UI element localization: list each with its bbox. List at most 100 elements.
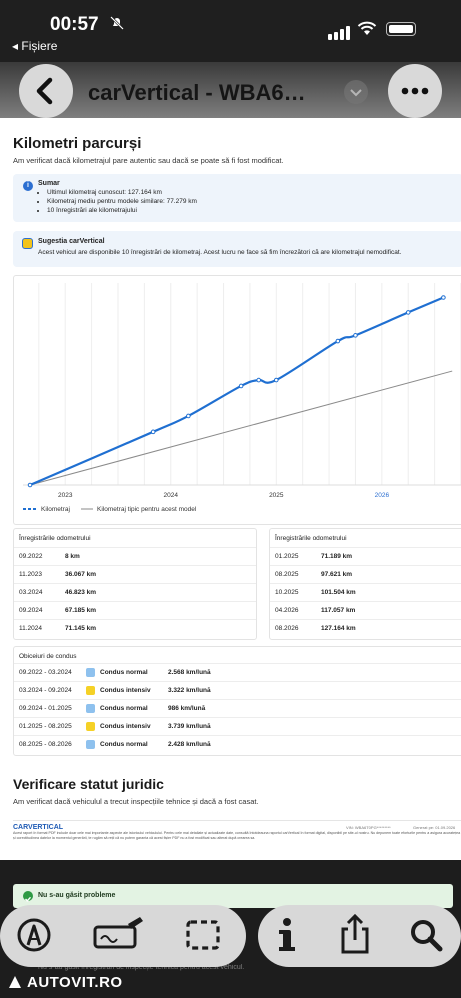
habit-color-indicator: [86, 704, 95, 713]
driving-habit-row: 03.2024 - 09.2024 Condus intensiv 3.322 km…: [14, 681, 461, 700]
section-subtitle-mileage: Am verificat dacă kilometrajul pare aute…: [13, 156, 284, 165]
mileage-chart: 2023 2024 2025 2026 Kilometraj Kilometraj tip…: [23, 283, 461, 513]
footer-generated: Generat pe: 01.09.2026: [413, 825, 456, 830]
record-date: 09.2024: [19, 607, 43, 614]
habit-color-indicator: [86, 740, 95, 749]
back-to-files-link[interactable]: ◂ Fișiere: [12, 39, 57, 53]
record-km: 67.185 km: [65, 607, 97, 614]
mileage-point: [441, 295, 446, 300]
back-button[interactable]: [19, 64, 73, 118]
habit-rate: 3.322 km/lună: [168, 687, 211, 694]
battery-icon: [386, 22, 416, 36]
record-date: 11.2024: [19, 625, 43, 632]
odometer-records-left: Înregistrările odometrului 09.2022 8 km 11…: [13, 528, 257, 640]
habit-color-indicator: [86, 686, 95, 695]
driving-habit-row: 09.2024 - 01.2025 Condus normal 986 km/lun…: [14, 699, 461, 718]
habit-rate: 3.739 km/lună: [168, 723, 211, 730]
habit-style: Condus normal: [100, 741, 148, 748]
record-km: 127.164 km: [321, 625, 356, 632]
summary-list: Ultimul kilometraj cunoscut: 127.164 km …: [31, 188, 197, 215]
mileage-point: [150, 429, 156, 435]
driving-habits-card: Obiceiuri de condus 09.2022 - 03.2024 Con…: [13, 646, 461, 756]
record-km: 101.504 km: [321, 589, 356, 596]
record-date: 11.2023: [19, 571, 43, 578]
habit-style: Condus intensiv: [100, 687, 151, 694]
driving-habit-row: 09.2022 - 03.2024 Condus normal 2.568 km/l…: [14, 663, 461, 682]
record-km: 36.067 km: [65, 571, 97, 578]
no-problems-text: Nu s-au găsit probleme: [38, 892, 116, 899]
section-subtitle-legal: Am verificat dacă vehiculul a trecut ins…: [13, 797, 259, 806]
bell-muted-icon: [110, 16, 124, 30]
mileage-point: [405, 310, 411, 315]
chevron-down-icon[interactable]: [344, 80, 368, 104]
x-tick-label: 2024: [164, 492, 179, 499]
odometer-record-row: 09.2024 67.185 km: [14, 601, 256, 620]
habit-rate: 2.428 km/lună: [168, 741, 211, 748]
habit-period: 01.2025 - 08.2025: [19, 723, 72, 730]
info-button-icon[interactable]: [272, 915, 302, 955]
mileage-point: [274, 377, 279, 383]
records-title: Înregistrările odometrului: [275, 535, 347, 542]
markup-pen-icon[interactable]: [14, 915, 54, 955]
odometer-record-row: 10.2025 101.504 km: [270, 583, 461, 602]
mileage-point: [353, 333, 358, 338]
mileage-point: [238, 383, 244, 389]
share-icon[interactable]: [335, 912, 375, 956]
search-icon[interactable]: [406, 915, 446, 955]
section-title-legal: Verificare statut juridic: [13, 776, 164, 792]
driving-habit-row: 01.2025 - 08.2025 Condus intensiv 3.739 km…: [14, 717, 461, 736]
habit-period: 08.2025 - 08.2026: [19, 741, 72, 748]
record-date: 08.2026: [275, 625, 299, 632]
mileage-point: [186, 413, 191, 419]
x-tick-label: 2025: [269, 492, 284, 499]
habit-period: 09.2022 - 03.2024: [19, 669, 72, 676]
record-date: 09.2022: [19, 553, 43, 560]
habit-style: Condus normal: [100, 669, 148, 676]
autovit-logo: [8, 975, 22, 989]
more-button[interactable]: [388, 64, 442, 118]
odometer-record-row: 11.2023 36.067 km: [14, 565, 256, 584]
mileage-point: [256, 377, 262, 383]
odometer-record-row: 08.2025 97.621 km: [270, 565, 461, 584]
mileage-point: [335, 338, 341, 344]
crop-selection-icon[interactable]: [183, 915, 223, 955]
record-km: 46.823 km: [65, 589, 97, 596]
record-km: 71.145 km: [65, 625, 97, 632]
record-date: 04.2026: [275, 607, 299, 614]
summary-item: Kilometraj mediu pentru modele similare:…: [47, 197, 197, 206]
record-km: 8 km: [65, 553, 80, 560]
habit-rate: 2.568 km/lună: [168, 669, 211, 676]
summary-item: Ultimul kilometraj cunoscut: 127.164 km: [47, 188, 197, 197]
footer-divider: [13, 820, 461, 821]
check-icon: [23, 891, 33, 902]
wifi-icon: [357, 21, 377, 41]
document-title: carVertical - WBA6…: [88, 80, 306, 105]
mileage-point: [27, 482, 33, 488]
record-km: 71.189 km: [321, 553, 353, 560]
record-km: 117.057 km: [321, 607, 356, 614]
section-title-mileage: Kilometri parcurși: [13, 135, 142, 152]
summary-item: 10 înregistrări ale kilometrajului: [47, 206, 197, 215]
legend-label-mileage: Kilometraj: [41, 506, 70, 513]
habit-style: Condus normal: [100, 705, 148, 712]
signature-icon[interactable]: [90, 915, 146, 955]
chevron-left-icon: [36, 77, 53, 105]
legend-label-typical: Kilometraj tipic pentru acest model: [97, 506, 197, 513]
x-tick-label: 2023: [58, 492, 73, 499]
pdf-page: Kilometri parcurși Am verificat dacă kil…: [0, 118, 461, 860]
habit-period: 09.2024 - 01.2025: [19, 705, 72, 712]
ellipsis-icon: [401, 87, 429, 95]
suggestion-text: Acest vehicul are disponibile 10 înregis…: [38, 249, 402, 256]
records-title: Înregistrările odometrului: [19, 535, 91, 542]
odometer-record-row: 03.2024 46.823 km: [14, 583, 256, 602]
habit-style: Condus intensiv: [100, 723, 151, 730]
suggestion-title: Sugestia carVertical: [38, 238, 105, 245]
odometer-record-row: 04.2026 117.057 km: [270, 601, 461, 620]
odometer-record-row: 08.2026 127.164 km: [270, 619, 461, 638]
habit-rate: 986 km/lună: [168, 705, 206, 712]
odometer-record-row: 01.2025 71.189 km: [270, 547, 461, 566]
record-km: 97.621 km: [321, 571, 353, 578]
record-date: 03.2024: [19, 589, 43, 596]
driving-habit-row: 08.2025 - 08.2026 Condus normal 2.428 km/l…: [14, 735, 461, 754]
footer-disclaimer: Acest raport în format PDF include doar …: [13, 831, 461, 840]
